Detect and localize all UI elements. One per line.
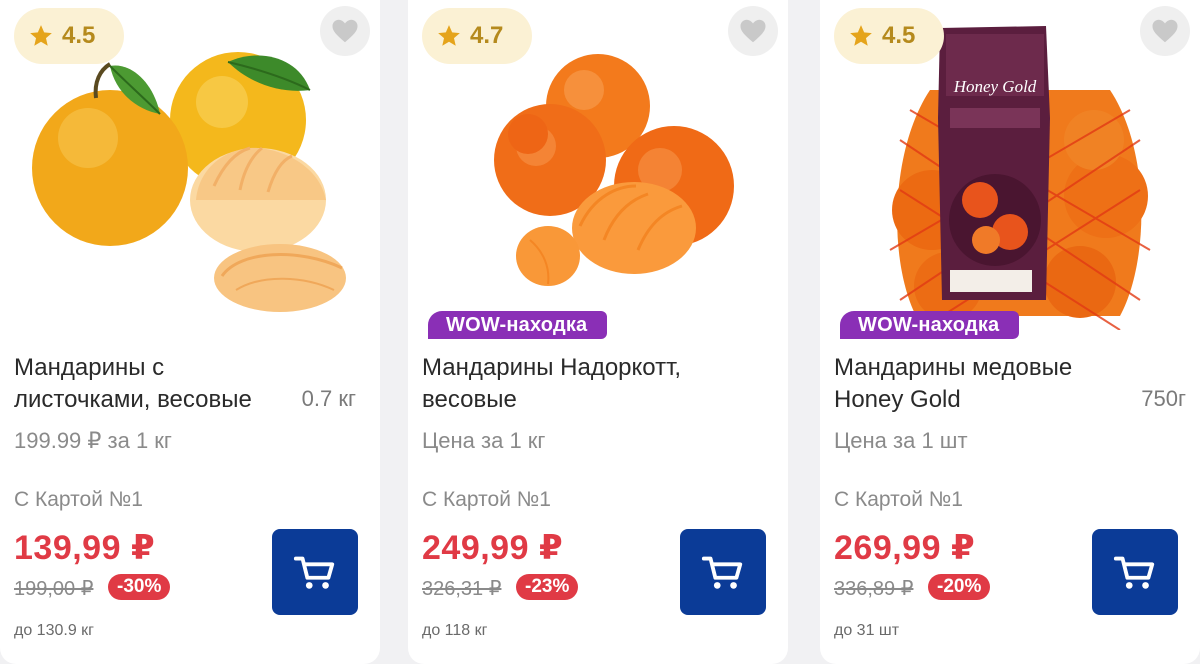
stock-limit: до 31 шт (834, 622, 900, 639)
product-card[interactable]: 4.5 Мандарины с листочками, весовые 0.7 … (0, 0, 380, 664)
add-to-cart-button[interactable] (1092, 529, 1178, 615)
product-weight: 750г (1141, 386, 1186, 411)
heart-icon (332, 19, 358, 43)
promo-badge: WOW-находка (840, 311, 1020, 339)
product-title-line: листочками, весовые (14, 386, 252, 413)
favorite-button[interactable] (1140, 6, 1190, 56)
rating-value: 4.7 (470, 22, 504, 49)
price-per-unit: 199.99 ₽ за 1 кг (14, 428, 172, 453)
current-price: 269,99 ₽ (834, 529, 976, 567)
cart-icon (701, 556, 743, 589)
product-card[interactable]: Honey Gold 4.5 WOW-находка Мандарины мед… (820, 0, 1200, 664)
discount-badge: -20% (928, 574, 991, 600)
star-icon (30, 25, 52, 46)
product-card[interactable]: 4.7 WOW-находка Мандарины Надоркотт, вес… (408, 0, 788, 664)
favorite-button[interactable] (728, 6, 778, 56)
rating-badge: 4.7 (422, 8, 532, 64)
heart-icon (1152, 19, 1178, 43)
old-price: 199,00 ₽ (14, 578, 94, 600)
product-title-line: Honey Gold (834, 386, 961, 413)
loyalty-card-label: С Картой №1 (422, 488, 551, 511)
old-price: 326,31 ₽ (422, 578, 502, 600)
cart-icon (1113, 556, 1155, 589)
cart-icon (293, 556, 335, 589)
package-brand-text: Honey Gold (953, 77, 1037, 96)
rating-badge: 4.5 (834, 8, 944, 64)
old-price: 336,89 ₽ (834, 578, 914, 600)
product-title[interactable]: Мандарины медовые Honey Gold (834, 352, 1114, 416)
favorite-button[interactable] (320, 6, 370, 56)
price-per-unit: Цена за 1 шт (834, 428, 968, 453)
add-to-cart-button[interactable] (272, 529, 358, 615)
rating-value: 4.5 (62, 22, 96, 49)
product-weight: 0.7 кг (301, 386, 356, 411)
product-title-line: Мандарины медовые (834, 354, 1073, 381)
star-icon (438, 25, 460, 46)
product-title-line: Мандарины Надоркотт, (422, 354, 682, 381)
rating-value: 4.5 (882, 22, 916, 49)
product-title-line: весовые (422, 386, 517, 413)
product-title[interactable]: Мандарины с листочками, весовые (14, 352, 294, 416)
add-to-cart-button[interactable] (680, 529, 766, 615)
current-price: 139,99 ₽ (14, 529, 156, 567)
loyalty-card-label: С Картой №1 (834, 488, 963, 511)
current-price: 249,99 ₽ (422, 529, 564, 567)
star-icon (850, 25, 872, 46)
discount-badge: -30% (108, 574, 171, 600)
rating-badge: 4.5 (14, 8, 124, 64)
discount-badge: -23% (516, 574, 579, 600)
heart-icon (740, 19, 766, 43)
stock-limit: до 118 кг (422, 622, 488, 639)
stock-limit: до 130.9 кг (14, 622, 94, 639)
product-title-line: Мандарины с (14, 354, 165, 381)
loyalty-card-label: С Картой №1 (14, 488, 143, 511)
product-title[interactable]: Мандарины Надоркотт, весовые (422, 352, 742, 416)
promo-badge: WOW-находка (428, 311, 608, 339)
price-per-unit: Цена за 1 кг (422, 428, 546, 453)
